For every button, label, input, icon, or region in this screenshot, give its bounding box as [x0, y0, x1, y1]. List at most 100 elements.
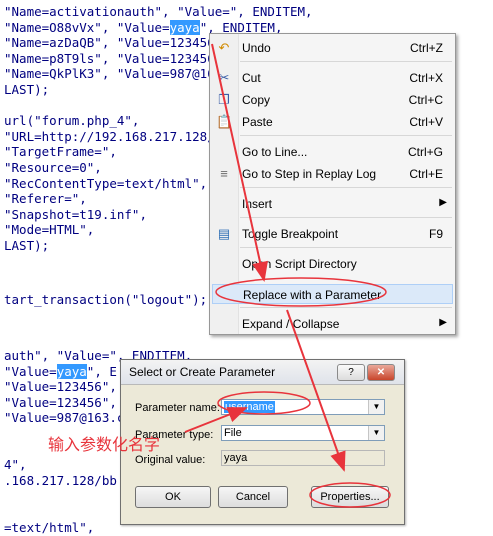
menu-separator	[240, 187, 452, 188]
code-text: "Name=activationauth", "Value=", ENDITEM…	[4, 4, 313, 19]
code-text: ", E	[86, 363, 117, 379]
code-text: "Mode=HTML",	[4, 222, 95, 238]
cut-icon: ✂	[218, 70, 230, 85]
code-line[interactable]: "URL=http://192.168.217.128/",	[4, 129, 230, 144]
code-text: LAST);	[4, 238, 50, 253]
menu-item-label: Replace with a Parameter	[243, 288, 382, 302]
dialog-title-bar[interactable]: Select or Create Parameter ? ✕	[121, 360, 404, 385]
menu-item-go-to-line[interactable]: Go to Line... Ctrl+G	[210, 142, 455, 162]
menu-item-toggle-breakpoint[interactable]: ▤ Toggle Breakpoint F9	[210, 224, 455, 244]
code-line[interactable]: "Snapshot=t19.inf",	[4, 207, 147, 222]
dialog-title: Select or Create Parameter	[129, 365, 276, 379]
code-line[interactable]: "Name=QkPlK3", "Value=987@163",	[4, 66, 237, 81]
code-line[interactable]: "Mode=HTML",	[4, 222, 94, 237]
code-text: LAST);	[4, 82, 50, 97]
code-line[interactable]: "RecContentType=text/html",	[4, 176, 207, 191]
code-text: .168.217.128/bb	[4, 472, 117, 488]
help-button[interactable]: ?	[337, 364, 365, 381]
menu-item-shortcut: Ctrl+X	[409, 71, 443, 85]
menu-item-label: Paste	[242, 115, 273, 129]
code-line[interactable]: =text/html",	[4, 520, 94, 535]
properties-button[interactable]: Properties...	[311, 486, 389, 508]
code-text: "Name=QkPlK3", "Value=987@163",	[4, 66, 238, 82]
code-text: "Referer=",	[4, 191, 87, 207]
original-value-field: yaya	[221, 450, 385, 466]
menu-item-cut[interactable]: ✂ Cut Ctrl+X	[210, 68, 455, 88]
code-line[interactable]: "Name=activationauth", "Value=", ENDITEM…	[4, 4, 313, 19]
code-line[interactable]: "Referer=",	[4, 191, 87, 206]
menu-item-shortcut: F9	[428, 227, 443, 241]
code-text: "Value=	[4, 363, 57, 379]
context-menu: ↶ Undo Ctrl+Z ✂ Cut Ctrl+X ❐ Copy Ctrl+C 📋 Paste Ct…	[209, 33, 456, 335]
submenu-arrow-icon: ▶	[439, 317, 447, 328]
code-line[interactable]: .168.217.128/bb	[4, 473, 117, 488]
cancel-button[interactable]: Cancel	[218, 486, 288, 508]
original-value-label: Original value:	[135, 454, 206, 466]
menu-item-go-to-step-in-replay-log[interactable]: ≡ Go to Step in Replay Log Ctrl+E	[210, 164, 455, 184]
submenu-arrow-icon: ▶	[439, 197, 447, 208]
parameter-name-value: username	[224, 401, 275, 413]
close-button[interactable]: ✕	[367, 364, 395, 381]
code-line[interactable]: "Name=azDaQB", "Value=123456",	[4, 35, 230, 50]
code-text: url("forum.php_4",	[4, 113, 140, 129]
menu-item-shortcut: Ctrl+C	[408, 93, 443, 107]
copy-icon: ❐	[218, 92, 230, 107]
code-text: =text/html",	[4, 519, 95, 535]
chevron-down-icon[interactable]: ▼	[368, 426, 384, 440]
menu-item-label: Copy	[242, 93, 271, 107]
parameter-type-value: File	[224, 427, 242, 439]
menu-item-paste[interactable]: 📋 Paste Ctrl+V	[210, 112, 455, 132]
menu-item-open-script-directory[interactable]: Open Script Directory	[210, 254, 455, 274]
code-text: "Name=p8T9ls", "Value=123456",	[4, 50, 230, 66]
code-line[interactable]: LAST);	[4, 238, 49, 253]
menu-separator	[240, 61, 452, 62]
menu-item-expand-collapse[interactable]: Expand / Collapse ▶	[210, 314, 455, 334]
menu-item-label: Toggle Breakpoint	[242, 227, 339, 241]
selected-text: yaya	[56, 363, 87, 379]
menu-separator	[240, 217, 452, 218]
breakpoint-icon: ▤	[217, 226, 231, 241]
code-line[interactable]: url("forum.php_4",	[4, 113, 139, 128]
menu-item-label: Go to Step in Replay Log	[242, 167, 377, 181]
code-text: 4",	[4, 457, 27, 473]
menu-item-label: Insert	[242, 197, 273, 211]
parameter-name-combobox[interactable]: username ▼	[221, 399, 385, 415]
menu-separator	[240, 135, 452, 136]
undo-icon: ↶	[218, 40, 230, 55]
code-line[interactable]: "Value=123456",	[4, 379, 117, 394]
menu-separator	[240, 247, 452, 248]
menu-item-undo[interactable]: ↶ Undo Ctrl+Z	[210, 38, 455, 58]
menu-separator	[240, 307, 452, 308]
ok-button[interactable]: OK	[135, 486, 211, 508]
code-line[interactable]: "Resource=0",	[4, 160, 102, 175]
menu-item-shortcut: Ctrl+V	[409, 115, 443, 129]
menu-item-shortcut: Ctrl+Z	[410, 41, 443, 55]
replay-log-icon: ≡	[220, 166, 228, 181]
code-text: "TargetFrame=",	[4, 144, 117, 160]
code-line[interactable]: 4",	[4, 457, 27, 472]
menu-item-label: Cut	[242, 71, 261, 85]
code-text: "Snapshot=t19.inf",	[4, 206, 147, 222]
menu-item-label: Go to Line...	[242, 145, 308, 159]
menu-item-shortcut: Ctrl+E	[409, 167, 443, 181]
code-text: "Value=123456",	[4, 379, 117, 395]
code-line[interactable]: tart_transaction("logout");	[4, 292, 207, 307]
code-line[interactable]: "Value=yaya", E	[4, 363, 117, 379]
code-line[interactable]: "Value=123456",	[4, 395, 117, 410]
menu-item-label: Open Script Directory	[242, 257, 357, 271]
code-text: "Resource=0",	[4, 160, 102, 175]
menu-item-insert[interactable]: Insert ▶	[210, 194, 455, 214]
paste-icon: 📋	[216, 114, 233, 129]
chevron-down-icon[interactable]: ▼	[368, 400, 384, 414]
menu-item-copy[interactable]: ❐ Copy Ctrl+C	[210, 90, 455, 110]
code-line[interactable]: LAST);	[4, 82, 49, 97]
menu-item-label: Expand / Collapse	[242, 317, 340, 331]
code-line[interactable]: "Name=p8T9ls", "Value=123456",	[4, 51, 230, 66]
code-text: "Name=O88vVx", "Value=	[4, 19, 170, 35]
code-line[interactable]: "TargetFrame=",	[4, 144, 117, 159]
code-text: "URL=http://192.168.217.128/",	[4, 128, 230, 144]
code-text: "Name=azDaQB", "Value=123456",	[4, 35, 230, 51]
menu-item-replace-with-a-parameter[interactable]: Replace with a Parameter	[212, 284, 453, 304]
select-or-create-parameter-dialog: Select or Create Parameter ? ✕ Parameter…	[120, 359, 405, 525]
parameter-type-select[interactable]: File ▼	[221, 425, 385, 441]
